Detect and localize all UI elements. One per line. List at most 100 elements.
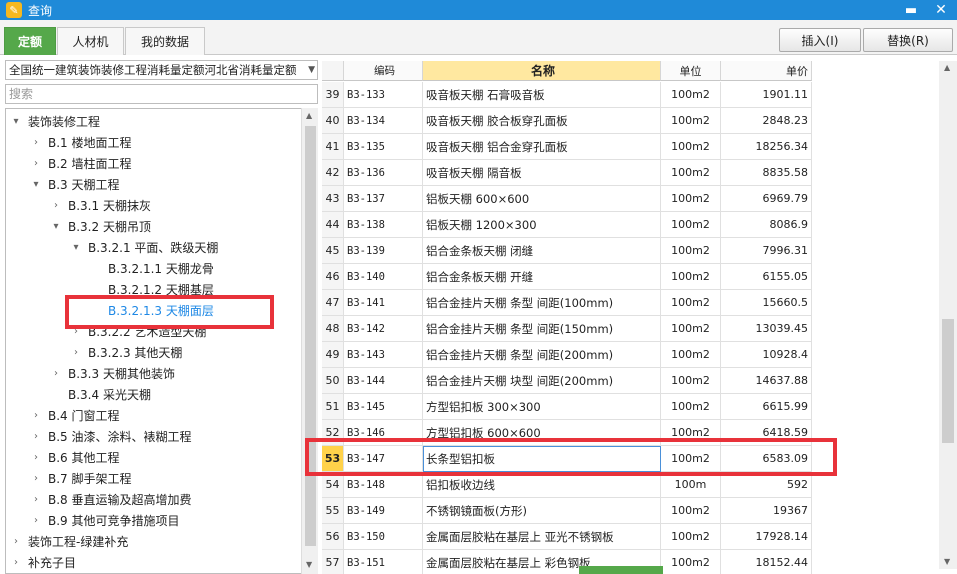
table-row[interactable]: 44 B3-138 铝板天棚 1200×300 100m2 8086.9 [322,212,812,238]
table-row[interactable]: 49 B3-143 铝合金挂片天棚 条型 间距(200mm) 100m2 10928.4 [322,342,812,368]
cell-unit[interactable]: 100m2 [661,82,721,108]
row-number[interactable]: 50 [322,368,344,394]
cell-name[interactable]: 铝板天棚 1200×300 [423,212,661,238]
cell-unit[interactable]: 100m2 [661,264,721,290]
cell-unit[interactable]: 100m2 [661,212,721,238]
tree-item[interactable]: B.3.2.1.1 天棚龙骨 [90,258,214,278]
scroll-up-icon[interactable]: ▲ [306,111,312,120]
table-row[interactable]: 54 B3-148 铝扣板收边线 100m 592 [322,472,812,498]
row-number[interactable]: 53 [322,446,344,472]
search-input[interactable]: 搜索 [5,84,318,104]
tree-item[interactable]: › B.3.1 天棚抹灰 [50,195,151,215]
cell-name[interactable]: 吸音板天棚 石膏吸音板 [423,82,661,108]
cell-unit[interactable]: 100m2 [661,342,721,368]
grid-scrollbar[interactable]: ▲ ▼ [939,61,957,569]
table-row[interactable]: 50 B3-144 铝合金挂片天棚 块型 间距(200mm) 100m2 14637.8… [322,368,812,394]
expand-right-icon[interactable]: › [50,200,62,211]
cell-name[interactable]: 铝扣板收边线 [423,472,661,498]
tree-item[interactable]: B.3.4 采光天棚 [50,384,151,404]
tree-item[interactable]: › B.4 门窗工程 [30,405,120,425]
expand-right-icon[interactable]: › [30,410,42,421]
minimize-button[interactable]: ▬ [897,0,925,20]
expand-right-icon[interactable]: › [30,494,42,505]
tree-item[interactable]: › B.1 楼地面工程 [30,132,132,152]
row-number[interactable]: 57 [322,550,344,574]
cell-price[interactable]: 6969.79 [721,186,812,212]
cell-unit[interactable]: 100m2 [661,550,721,574]
cell-code[interactable]: B3-140 [344,264,423,290]
tree-item[interactable]: › B.8 垂直运输及超高增加费 [30,489,192,509]
tree-item[interactable]: B.3.2.1.3 天棚面层 [90,300,214,320]
cell-code[interactable]: B3-149 [344,498,423,524]
grid-header-name[interactable]: 名称 [423,61,661,81]
expand-right-icon[interactable]: › [10,536,22,547]
cell-unit[interactable]: 100m [661,472,721,498]
table-row[interactable]: 45 B3-139 铝合金条板天棚 闭缝 100m2 7996.31 [322,238,812,264]
tab-labor-material-machine[interactable]: 人材机 [57,27,124,55]
cell-price[interactable]: 7996.31 [721,238,812,264]
row-number[interactable]: 43 [322,186,344,212]
cell-name[interactable]: 铝合金条板天棚 闭缝 [423,238,661,264]
table-row[interactable]: 40 B3-134 吸音板天棚 胶合板穿孔面板 100m2 2848.23 [322,108,812,134]
tree-item[interactable]: › B.3.3 天棚其他装饰 [50,363,175,383]
tree-item[interactable]: B.3.2.1.2 天棚基层 [90,279,214,299]
row-number[interactable]: 42 [322,160,344,186]
row-number[interactable]: 49 [322,342,344,368]
cell-code[interactable]: B3-138 [344,212,423,238]
cell-unit[interactable]: 100m2 [661,446,721,472]
expand-right-icon[interactable]: › [30,473,42,484]
cell-price[interactable]: 1901.11 [721,82,812,108]
cell-unit[interactable]: 100m2 [661,160,721,186]
cell-code[interactable]: B3-151 [344,550,423,574]
cell-code[interactable]: B3-137 [344,186,423,212]
row-number[interactable]: 45 [322,238,344,264]
cell-price[interactable]: 10928.4 [721,342,812,368]
cell-price[interactable]: 8086.9 [721,212,812,238]
cell-name[interactable]: 铝合金条板天棚 开缝 [423,264,661,290]
cell-unit[interactable]: 100m2 [661,498,721,524]
expand-right-icon[interactable]: › [30,515,42,526]
grid-header-unit[interactable]: 单位 [661,61,721,81]
tree-item[interactable]: ▾ 装饰装修工程 [10,111,100,131]
cell-code[interactable]: B3-148 [344,472,423,498]
quota-set-select[interactable]: 全国统一建筑装饰装修工程消耗量定额河北省消耗量定额 ▼ [5,60,318,80]
row-number[interactable]: 40 [322,108,344,134]
expand-right-icon[interactable]: › [50,368,62,379]
table-row[interactable]: 43 B3-137 铝板天棚 600×600 100m2 6969.79 [322,186,812,212]
cell-code[interactable]: B3-135 [344,134,423,160]
tree-item[interactable]: ▾ B.3.2.1 平面、跌级天棚 [70,237,218,257]
row-number[interactable]: 47 [322,290,344,316]
cell-code[interactable]: B3-150 [344,524,423,550]
cell-name[interactable]: 金属面层胶粘在基层上 亚光不锈钢板 [423,524,661,550]
table-row[interactable]: 57 B3-151 金属面层胶粘在基层上 彩色钢板 100m2 18152.44 [322,550,812,574]
table-row[interactable]: 48 B3-142 铝合金挂片天棚 条型 间距(150mm) 100m2 13039.4… [322,316,812,342]
row-number[interactable]: 52 [322,420,344,446]
cell-name[interactable]: 长条型铝扣板 [423,446,661,472]
table-row[interactable]: 53 B3-147 长条型铝扣板 100m2 6583.09 [322,446,812,472]
cell-price[interactable]: 8835.58 [721,160,812,186]
expand-down-icon[interactable]: ▾ [70,242,82,253]
tree-item[interactable]: ▾ B.3.2 天棚吊顶 [50,216,150,236]
cell-name[interactable]: 吸音板天棚 胶合板穿孔面板 [423,108,661,134]
table-row[interactable]: 39 B3-133 吸音板天棚 石膏吸音板 100m2 1901.11 [322,82,812,108]
tree-item[interactable]: › B.3.2.3 其他天棚 [70,342,182,362]
cell-code[interactable]: B3-144 [344,368,423,394]
scroll-down-icon[interactable]: ▼ [944,557,950,566]
insert-button[interactable]: 插入(I) [779,28,861,52]
cell-code[interactable]: B3-146 [344,420,423,446]
cell-code[interactable]: B3-142 [344,316,423,342]
cell-price[interactable]: 18152.44 [721,550,812,574]
grid-header-code[interactable]: 编码 [344,61,423,81]
tree-item[interactable]: › B.5 油漆、涂料、裱糊工程 [30,426,192,446]
cell-price[interactable]: 6583.09 [721,446,812,472]
cell-name[interactable]: 铝合金挂片天棚 条型 间距(200mm) [423,342,661,368]
tree-item[interactable]: › B.7 脚手架工程 [30,468,132,488]
replace-button[interactable]: 替换(R) [863,28,953,52]
tree-item[interactable]: › 补充子目 [10,552,76,572]
expand-down-icon[interactable]: ▾ [10,116,22,127]
expand-down-icon[interactable]: ▾ [50,221,62,232]
expand-right-icon[interactable]: › [10,557,22,568]
grid-header-no[interactable] [322,61,344,81]
scroll-down-icon[interactable]: ▼ [306,560,312,569]
cell-name[interactable]: 吸音板天棚 隔音板 [423,160,661,186]
